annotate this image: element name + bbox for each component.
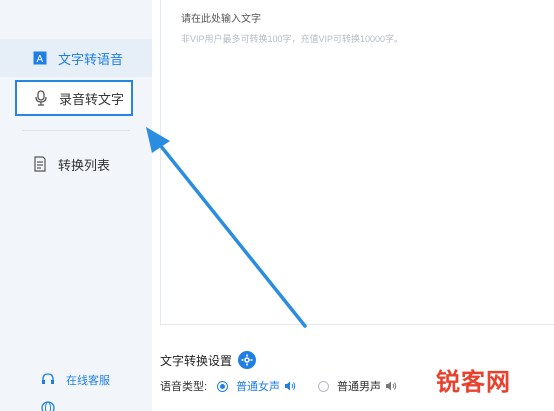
voice-option-male[interactable]: 普通男声: [318, 378, 397, 394]
placeholder-note: 非VIP用户最多可转换100字，充值VIP可转换10000字。: [181, 34, 404, 44]
sidebar-item-text-to-speech[interactable]: A 文字转语音: [0, 39, 152, 77]
globe-link[interactable]: [40, 400, 66, 411]
radio-dot: [318, 380, 330, 392]
watermark-text: 锐客网: [436, 368, 511, 396]
sidebar-item-label: 文字转语音: [58, 51, 124, 67]
online-service-link[interactable]: 在线客服: [40, 372, 110, 388]
speaker-icon[interactable]: [385, 381, 397, 391]
watermark-logo: 锐客网: [436, 362, 511, 397]
microphone-icon: [33, 90, 49, 106]
text-input-area[interactable]: 请在此处输入文字 非VIP用户最多可转换100字，充值VIP可转换10000字。: [160, 0, 554, 325]
sidebar-item-label: 录音转文字: [59, 91, 125, 107]
online-service-label: 在线客服: [66, 375, 110, 387]
text-A-icon: A: [32, 50, 48, 66]
settings-title-text: 文字转换设置: [160, 353, 233, 368]
sidebar-divider: [22, 130, 130, 131]
speaker-icon[interactable]: [284, 381, 296, 391]
main-panel: 请在此处输入文字 非VIP用户最多可转换100字，充值VIP可转换10000字。…: [152, 0, 554, 411]
voice-type-row: 语音类型: 普通女声 普通男声: [160, 378, 397, 394]
sidebar-item-label: 转换列表: [58, 157, 111, 173]
svg-text:A: A: [37, 54, 44, 65]
sidebar-item-conversion-list[interactable]: 转换列表: [0, 145, 152, 183]
voice-option-label: 普通男声: [337, 381, 382, 393]
voice-option-label: 普通女声: [236, 381, 281, 393]
list-document-icon: [32, 156, 48, 172]
voice-option-female[interactable]: 普通女声: [217, 378, 296, 394]
globe-icon: [40, 400, 56, 411]
settings-title: 文字转换设置: [160, 351, 257, 369]
sidebar-item-speech-to-text[interactable]: 录音转文字: [15, 80, 133, 116]
voice-type-label: 语音类型:: [160, 381, 208, 393]
radio-dot: [217, 380, 229, 392]
sidebar: A 文字转语音 录音转文字 转换列表 在线客服: [0, 0, 152, 411]
placeholder-title: 请在此处输入文字: [181, 14, 261, 25]
headset-icon: [40, 372, 56, 388]
gear-icon[interactable]: [238, 351, 257, 369]
